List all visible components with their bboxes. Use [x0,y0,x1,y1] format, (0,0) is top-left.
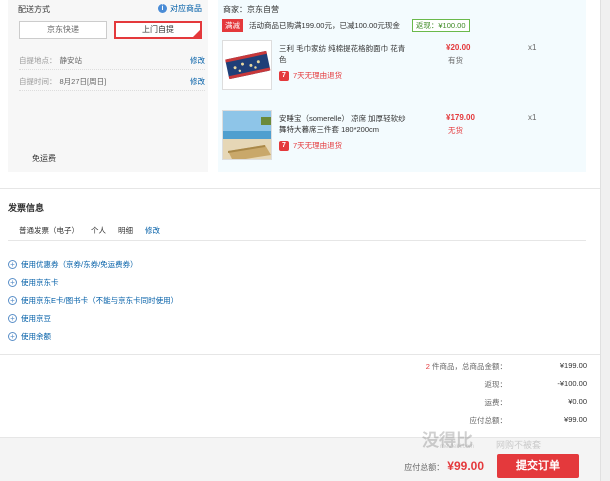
return-policy: 7 7天无理由退货 [279,140,342,151]
jd-card-label: 使用京东卡 [21,278,59,287]
item-stock: 无货 [448,126,463,135]
item-name[interactable]: 安睡宝（somerelle） 凉席 加厚轻软纱舞特大暮席三件套 180*200c… [279,113,409,135]
balance-toggle[interactable]: + 使用余额 [8,331,51,342]
divider [8,240,586,241]
item-qty: x1 [528,43,537,52]
return-icon: 7 [279,70,289,81]
summary-due-label: 应付总额： [469,416,508,425]
summary-due-row: 应付总额： ¥99.00 [387,415,588,427]
expand-plus-icon: + [8,314,17,323]
promo-row: 满减 活动商品已购满199.00元，已减100.00元现金 返现：¥100.00 [222,19,470,32]
expand-plus-icon: + [8,296,17,305]
jd-card-toggle[interactable]: + 使用京东卡 [8,277,59,288]
submit-order-button[interactable]: 提交订单 [497,454,579,478]
payable-total: 应付总额： ¥99.00 [404,459,484,473]
summary-rebate-value: -¥100.00 [557,379,587,388]
related-items-link[interactable]: i 对应商品 [158,3,202,14]
watermark-slogan: 网购不被套 [496,440,542,450]
summary-due-value: ¥99.00 [564,415,587,424]
free-shipping-text: 免运费 [32,154,56,163]
promo-discount-badge: 返现：¥100.00 [411,19,470,32]
expand-plus-icon: + [8,332,17,341]
pickup-point-row: 自提地点： 静安站 修改 [19,55,205,70]
item-price: ¥179.00 [446,113,475,122]
summary-freight-value: ¥0.00 [568,397,587,406]
return-policy: 7 7天无理由退货 [279,70,342,81]
summary-rebate-row: 返现： -¥100.00 [387,379,588,391]
pickup-time-value: 8月27日[周日] [59,77,107,86]
summary-total-label: 2 件商品，总商品金额： [426,361,507,372]
item-name[interactable]: 三利 毛巾家纺 纯棉提花格韵面巾 花青色 [279,43,409,65]
order-item: 安睡宝（somerelle） 凉席 加厚轻软纱舞特大暮席三件套 180*200c… [222,110,582,164]
item-count: 2 [425,362,430,371]
balance-label: 使用余额 [21,332,51,341]
invoice-type: 普通发票（电子） [19,226,79,235]
pickup-time-row: 自提时间： 8月27日[周日] 修改 [19,76,205,91]
coupon-toggle[interactable]: + 使用优惠券（京券/东券/免运费券） [8,259,138,270]
pickup-point-edit-link[interactable]: 修改 [190,55,205,66]
jd-beans-label: 使用京豆 [21,314,51,323]
invoice-detail: 明细 [118,226,133,235]
item-price: ¥20.00 [446,43,471,52]
summary-freight-row: 运费： ¥0.00 [387,397,588,409]
related-items-label: 对应商品 [170,4,202,13]
pickup-time-edit-link[interactable]: 修改 [190,76,205,87]
pickup-time-label: 自提时间： [19,77,57,86]
promo-text: 活动商品已购满199.00元，已减100.00元现金 [249,21,400,30]
expand-plus-icon: + [8,278,17,287]
order-items-panel: 商家：京东自营 满减 活动商品已购满199.00元，已减100.00元现金 返现… [218,0,586,172]
promo-tag: 满减 [222,19,243,32]
pickup-point-label: 自提地点： [19,56,57,65]
expand-plus-icon: + [8,260,17,269]
return-icon: 7 [279,140,289,151]
summary-total-row: 2 件商品，总商品金额： ¥199.00 [387,361,587,373]
scrollbar[interactable] [600,0,610,481]
delivery-title: 配送方式 [18,5,50,14]
summary-count-label: 件商品，总商品金额： [432,362,507,371]
payable-amount: ¥99.00 [447,459,484,473]
express-delivery-button[interactable]: 京东快递 [19,21,107,39]
delivery-panel: 配送方式 i 对应商品 京东快递 上门自提 自提地点： 静安站 修改 自提时间： 8… [8,0,208,172]
pickup-delivery-button[interactable]: 上门自提 [114,21,202,39]
mat-product-image[interactable] [222,110,272,160]
order-item: 三利 毛巾家纺 纯棉提花格韵面巾 花青色 ¥20.00 有货 x1 7 7天无理… [222,40,582,94]
invoice-edit-link[interactable]: 修改 [145,225,160,236]
item-qty: x1 [528,113,537,122]
seller-label: 商家：京东自营 [223,5,279,14]
summary-freight-label: 运费： [484,398,508,407]
item-stock: 有货 [448,56,463,65]
divider [0,354,610,355]
watermark-url: meidebi.com [440,444,475,450]
divider [0,188,610,189]
invoice-row: 普通发票（电子） 个人 明细 修改 [19,225,160,236]
ecard-toggle[interactable]: + 使用京东E卡/图书卡（不能与京东卡同时使用） [8,295,178,306]
payable-label: 应付总额： [404,463,445,472]
selected-check-icon [193,30,200,37]
jd-beans-toggle[interactable]: + 使用京豆 [8,313,51,324]
pickup-label: 上门自提 [142,25,174,34]
info-icon: i [158,4,167,13]
return-label: 7天无理由退货 [293,71,343,80]
summary-total-value: ¥199.00 [559,361,587,370]
towel-product-image[interactable] [222,40,272,90]
ecard-label: 使用京东E卡/图书卡（不能与京东卡同时使用） [21,296,179,305]
return-label: 7天无理由退货 [293,141,343,150]
coupon-label: 使用优惠券（京券/东券/免运费券） [21,260,138,269]
invoice-title: 发票信息 [8,203,45,213]
pickup-point-value: 静安站 [59,56,83,65]
summary-rebate-label: 返现： [484,380,508,389]
invoice-person: 个人 [91,226,106,235]
